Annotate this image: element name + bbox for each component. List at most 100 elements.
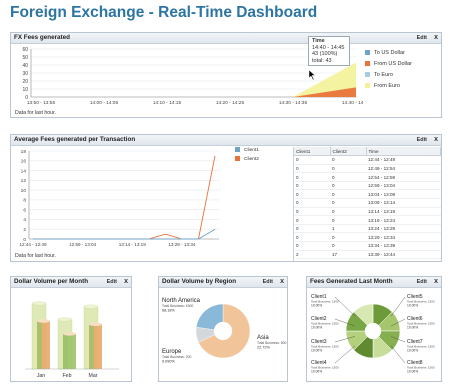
table-row[interactable]: 0 0 13:09 - 13:14	[294, 198, 441, 208]
y-tick-label: 8	[23, 198, 26, 204]
legend-label: To US Dollar	[374, 50, 405, 56]
slice-pct: 10.00%	[407, 370, 418, 374]
y-tick-label: 6	[23, 207, 26, 213]
fees-month-panel: Fees Generated Last Month Edit x Client1…	[306, 276, 442, 382]
legend-item-from-euro[interactable]: From Euro	[365, 83, 400, 89]
tooltip-line: 43 (100%)	[312, 51, 338, 58]
table-cell-time: 13:24 - 13:29	[366, 224, 441, 234]
series-line	[33, 228, 216, 240]
legend-item-to-euro[interactable]: To Euro	[365, 72, 393, 78]
fees-month-edit-button[interactable]: Edit	[417, 279, 427, 285]
table-header-client1[interactable]: Client1	[294, 147, 331, 157]
y-tick-label: 20	[22, 79, 28, 85]
region-close-icon[interactable]: x	[280, 278, 284, 286]
table-cell-client1: 0	[294, 207, 330, 217]
page-title: Foreign Exchange - Real-Time Dashboard	[10, 4, 318, 21]
table-header-time[interactable]: Time	[366, 147, 441, 157]
legend-swatch-client1	[235, 147, 240, 153]
legend-item-to-usd[interactable]: To US Dollar	[365, 50, 405, 56]
slice-pct: 10.00%	[311, 304, 322, 308]
table-cell-client1: 0	[294, 215, 330, 225]
x-tick-label: 12:44 - 12:49	[19, 242, 47, 247]
table-row[interactable]: 0 0 13:19 - 13:24	[294, 215, 441, 225]
y-tick-label: 2	[23, 227, 26, 233]
x-tick-label: 13:50 - 13:55	[27, 100, 56, 106]
mouse-cursor-icon	[308, 67, 316, 85]
region-edit-button[interactable]: Edit	[263, 279, 273, 285]
table-header-client2[interactable]: Client2	[330, 147, 367, 157]
table-row[interactable]: 0 0 12:49 - 12:54	[294, 164, 441, 174]
legend-item-client1[interactable]: Client1	[235, 147, 259, 153]
slice-pct: 10.00%	[311, 349, 322, 353]
table-row[interactable]: 0 0 13:34 - 13:39	[294, 241, 441, 251]
legend-item-client2[interactable]: Client2	[235, 156, 259, 162]
table-cell-client2: 0	[330, 241, 366, 251]
avg-fees-chart: 02468101214161812:44 - 12:49 12:59 - 13:0…	[19, 149, 219, 247]
table-row[interactable]: 0 0 12:54 - 12:59	[294, 172, 441, 182]
table-cell-client1: 0	[294, 198, 330, 208]
avg-fees-footer: Data for last hour.	[15, 253, 56, 259]
x-tick-label: 14:30 - 14:35	[279, 100, 308, 106]
dollar-month-panel: Dollar Volume per Month Edit x Jan Feb Mar	[10, 276, 132, 382]
slice-pct: 9.090%	[162, 360, 176, 364]
avg-fees-panel-title: Average Fees generated per Transaction	[14, 136, 136, 143]
table-row[interactable]: 0 0 12:59 - 13:04	[294, 181, 441, 191]
bar-cap	[83, 304, 99, 309]
y-tick-label: 60	[22, 47, 28, 53]
fx-fees-panel-title: FX Fees generated	[14, 34, 70, 41]
legend-swatch-to-usd	[365, 50, 370, 56]
table-cell-client1: 0	[294, 164, 330, 174]
fx-fees-close-icon[interactable]: x	[434, 34, 438, 42]
dollar-month-chart: Jan Feb Mar	[25, 301, 119, 379]
series-line	[33, 155, 216, 240]
avg-fees-close-icon[interactable]: x	[434, 136, 438, 144]
table-row[interactable]: 2 17 13:39 - 13:44	[294, 250, 441, 260]
table-row[interactable]: 0 0 13:29 - 13:34	[294, 232, 441, 243]
avg-fees-table[interactable]: Client1 Client2 Time 0 0 12:44 - 12:49 0 0 12…	[293, 147, 441, 261]
table-cell-time: 13:04 - 13:09	[366, 189, 441, 200]
y-tick-label: 4	[23, 217, 26, 223]
fx-fees-legend: To US Dollar From US Dollar To Euro From…	[361, 45, 441, 109]
y-tick-label: 18	[21, 149, 27, 155]
table-cell-time: 12:54 - 12:59	[366, 172, 441, 182]
legend-swatch-from-euro	[365, 83, 370, 89]
table-cell-client2: 0	[330, 155, 366, 165]
legend-label: Client1	[244, 148, 259, 153]
avg-fees-edit-button[interactable]: Edit	[417, 137, 427, 143]
legend-label: From US Dollar	[374, 61, 412, 67]
fees-month-close-icon[interactable]: x	[434, 278, 438, 286]
table-body: 0 0 12:44 - 12:49 0 0 12:49 - 12:54 0 0 12:54 - …	[294, 155, 441, 260]
bar-cap	[89, 322, 102, 326]
dollar-month-edit-button[interactable]: Edit	[107, 279, 117, 285]
tooltip-title: Time	[312, 38, 325, 44]
slice-pct: 10.00%	[311, 326, 322, 330]
table-row[interactable]: 0 1 13:24 - 13:29	[294, 224, 441, 234]
legend-swatch-client2	[235, 156, 240, 162]
leader-line	[390, 296, 406, 317]
slice-pct: 10.00%	[407, 326, 418, 330]
legend-swatch-to-euro	[365, 72, 370, 78]
table-cell-client2: 0	[330, 189, 366, 200]
table-row[interactable]: 0 0 13:04 - 13:09	[294, 189, 441, 200]
x-tick-label: 14:00 - 14:05	[90, 100, 119, 106]
bar	[63, 333, 68, 369]
table-cell-client2: 0	[330, 198, 366, 208]
legend-label: From Euro	[374, 83, 400, 89]
table-row[interactable]: 0 0 12:44 - 12:49	[294, 155, 441, 165]
table-cell-client2: 0	[330, 181, 366, 191]
avg-fees-panel-header: Average Fees generated per Transaction E…	[11, 135, 441, 146]
y-tick-label: 40	[22, 63, 28, 69]
table-cell-client1: 0	[294, 224, 330, 234]
y-tick-label: 50	[22, 55, 28, 61]
table-row[interactable]: 0 0 13:14 - 13:19	[294, 207, 441, 217]
slice-sublabel: Total Business: 1500	[162, 304, 193, 308]
fx-fees-footer: Data for last hour.	[15, 110, 56, 116]
fx-fees-edit-button[interactable]: Edit	[417, 35, 427, 41]
slice-pct: 68.18%	[162, 309, 176, 313]
legend-item-from-usd[interactable]: From US Dollar	[365, 61, 412, 67]
dollar-month-panel-title: Dollar Volume per Month	[14, 278, 89, 285]
fx-fees-panel: FX Fees generated Edit x 0 10 20 30 40 50 60 13…	[10, 32, 442, 118]
legend-label: Client2	[244, 157, 259, 162]
dollar-month-panel-header: Dollar Volume per Month Edit x	[11, 277, 131, 288]
dollar-month-close-icon[interactable]: x	[124, 278, 128, 286]
